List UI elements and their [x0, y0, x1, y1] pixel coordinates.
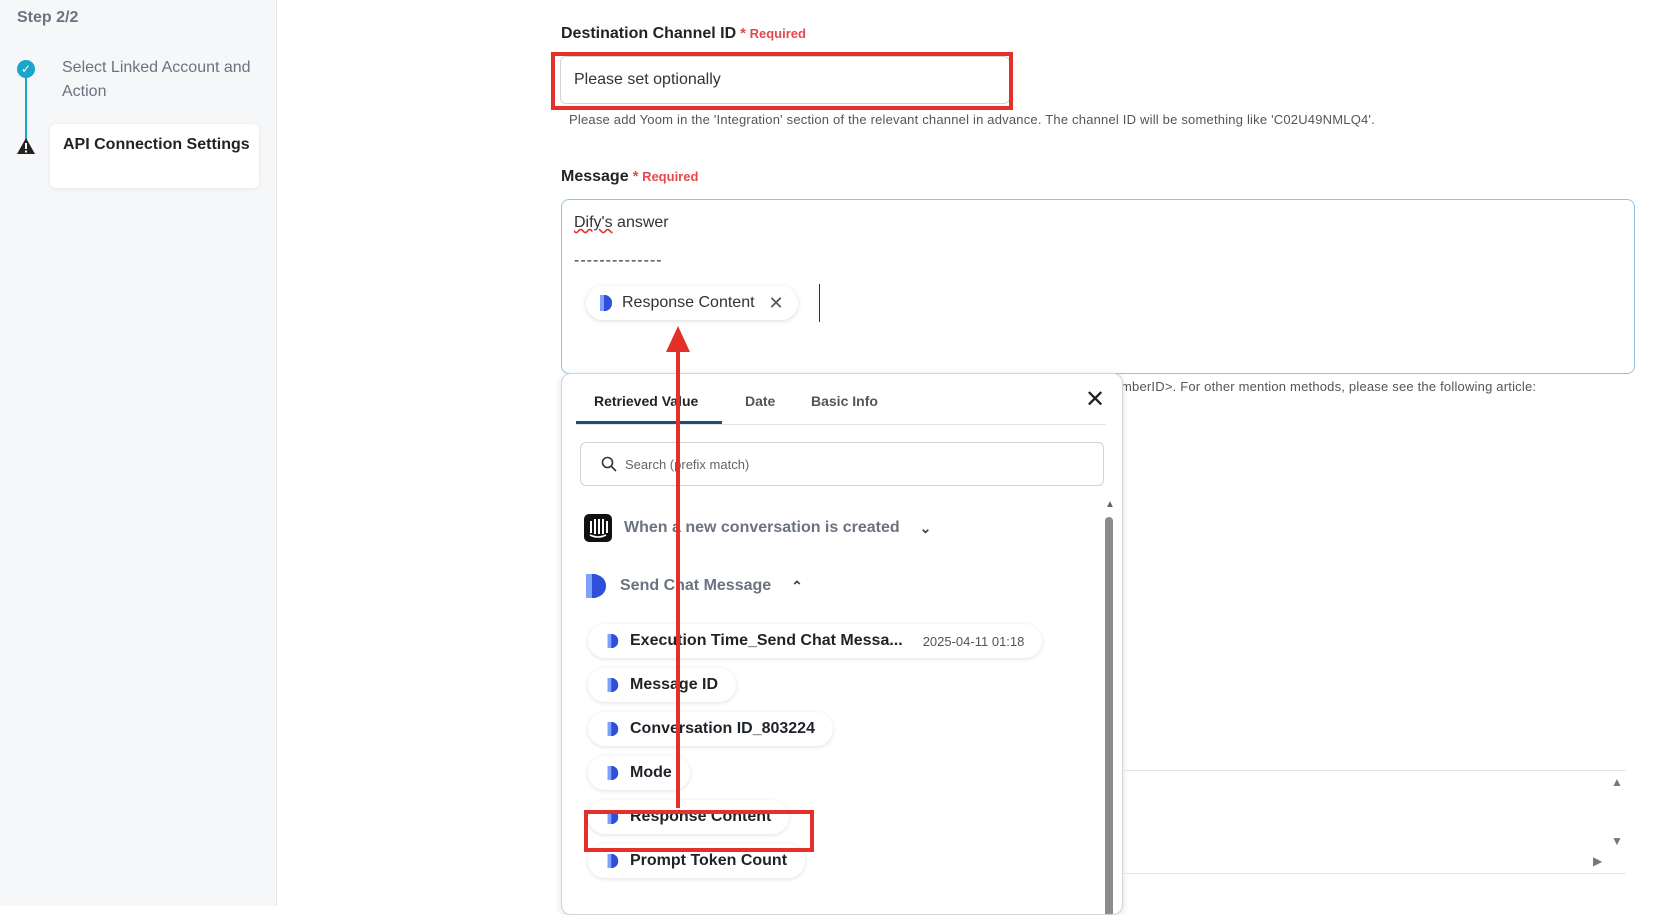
tab-date[interactable]: Date	[745, 393, 775, 409]
close-icon[interactable]: ✕	[769, 293, 784, 314]
highlight-box-channel	[551, 52, 1013, 110]
panel-scrollbar[interactable]: ▲	[1103, 499, 1115, 914]
highlight-box-response-content	[584, 810, 814, 852]
item-message-id[interactable]: Message ID	[588, 668, 737, 702]
scroll-up-icon[interactable]: ▲	[1611, 775, 1623, 789]
step-select-account[interactable]: Select Linked Account and Action	[62, 56, 252, 104]
chip-label: Response Content	[622, 294, 755, 311]
dify-icon	[607, 634, 619, 648]
tab-basic-info[interactable]: Basic Info	[811, 393, 878, 409]
channel-help-text: Please add Yoom in the 'Integration' sec…	[569, 112, 1375, 127]
group-new-conversation[interactable]: When a new conversation is created ⌄	[584, 514, 931, 542]
message-line-2: --------------	[574, 252, 663, 269]
message-line-1: Dify's answer	[574, 214, 669, 231]
dify-icon	[607, 722, 619, 736]
channel-label: Destination Channel ID * Required	[561, 25, 806, 42]
item-mode[interactable]: Mode	[588, 756, 690, 790]
step-api-connection-label: API Connection Settings	[63, 136, 250, 153]
text-caret	[819, 284, 820, 322]
item-conversation-id[interactable]: Conversation ID_803224	[588, 712, 833, 746]
panel-tabs: Retrieved Value Date Basic Info	[576, 374, 1106, 425]
chevron-down-icon: ⌄	[919, 519, 932, 536]
step-title: Step 2/2	[17, 9, 79, 26]
message-textarea[interactable]: Dify's answer -------------- Response Co…	[561, 199, 1635, 374]
check-icon: ✓	[17, 60, 35, 78]
scroll-down-icon[interactable]: ▼	[1611, 834, 1623, 848]
tab-retrieved-value[interactable]: Retrieved Value	[594, 393, 698, 409]
response-content-chip[interactable]: Response Content ✕	[586, 286, 798, 320]
lower-field	[1121, 770, 1626, 874]
search-input[interactable]: Search (prefix match)	[580, 442, 1104, 486]
scroll-up-icon[interactable]: ▲	[1105, 499, 1115, 510]
chevron-up-icon: ⌃	[791, 577, 803, 594]
scrollbar-thumb[interactable]	[1105, 517, 1113, 914]
active-tab-indicator	[576, 421, 722, 424]
item-execution-time[interactable]: Execution Time_Send Chat Messa... 2025-0…	[588, 624, 1043, 658]
message-label: Message * Required	[561, 168, 699, 185]
dify-icon	[607, 678, 619, 692]
dify-icon	[586, 574, 606, 598]
dify-icon	[600, 295, 612, 311]
item-value: 2025-04-11 01:18	[922, 633, 1025, 649]
scroll-right-icon[interactable]: ▶	[1593, 854, 1602, 868]
warning-icon	[17, 138, 35, 154]
group-send-chat-message[interactable]: Send Chat Message ⌃	[584, 572, 803, 600]
dify-icon	[607, 766, 619, 780]
search-icon	[601, 456, 617, 472]
step-connector	[25, 75, 27, 145]
dify-icon	[607, 854, 619, 868]
intercom-icon	[584, 514, 612, 542]
close-icon[interactable]: ✕	[1085, 388, 1105, 412]
sidebar: Step 2/2 ✓ Select Linked Account and Act…	[0, 0, 277, 906]
step-api-connection[interactable]: API Connection Settings	[50, 124, 259, 188]
search-placeholder: Search (prefix match)	[625, 456, 750, 472]
message-help-text: mberID>. For other mention methods, plea…	[1121, 379, 1537, 394]
